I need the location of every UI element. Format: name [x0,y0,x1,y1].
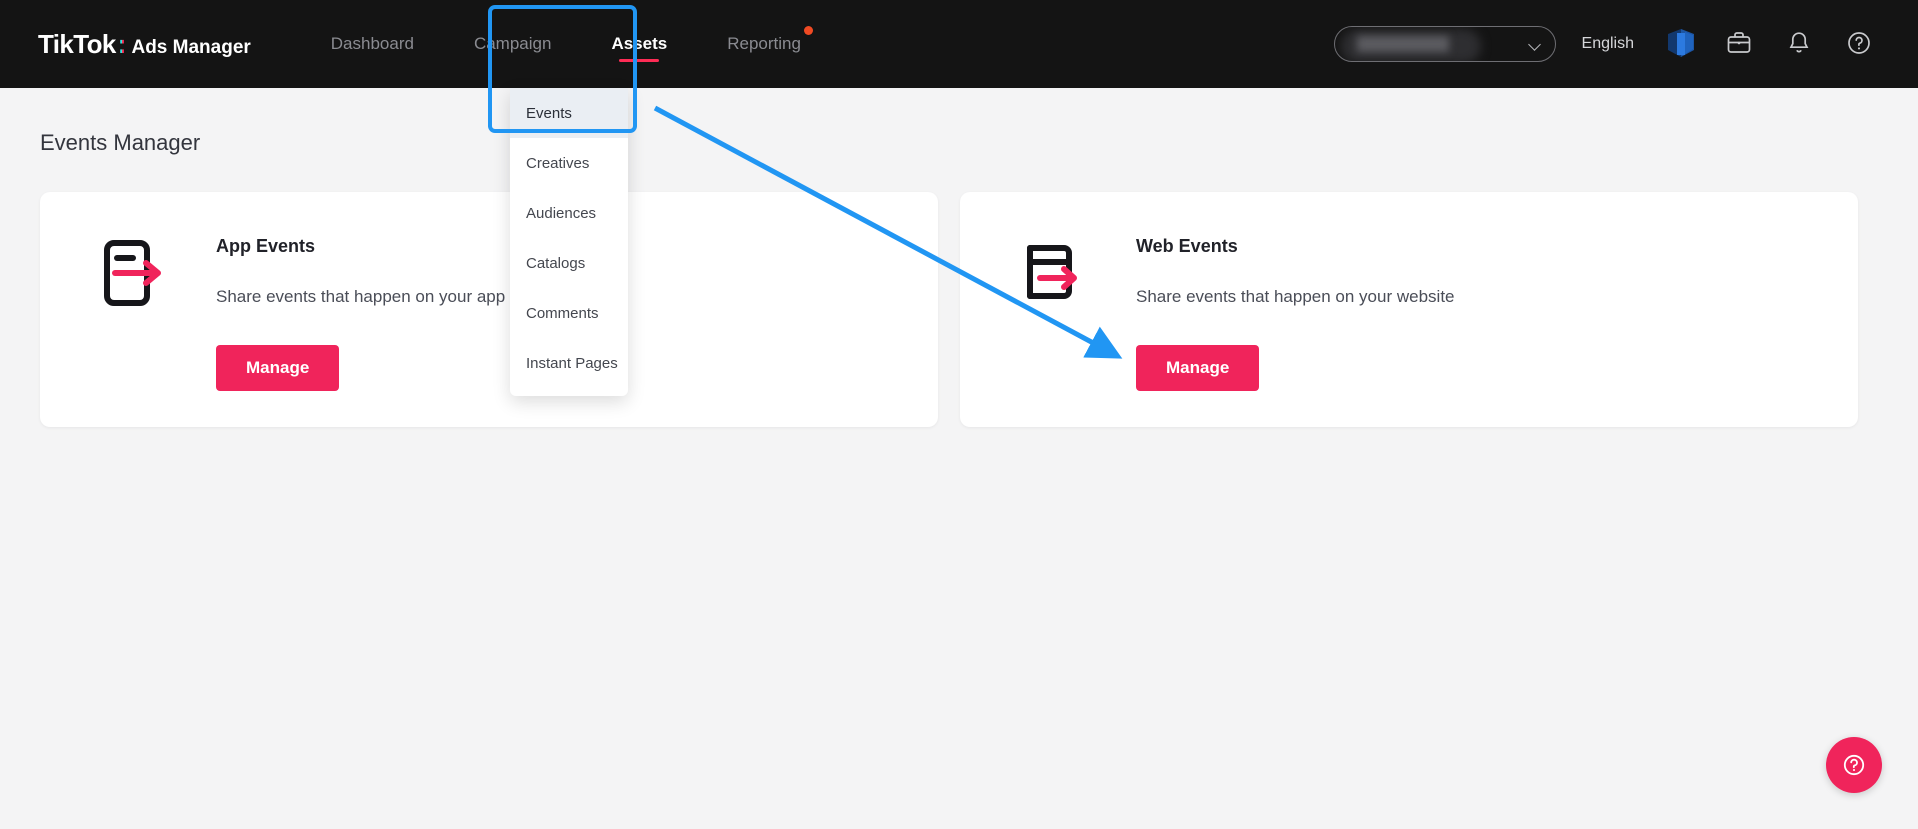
card-title-app-events: App Events [216,236,316,256]
nav-label-campaign: Campaign [473,34,552,53]
briefcase-icon[interactable] [1726,30,1754,58]
card-web-events: Web Events Share events that happen on y… [960,192,1858,427]
brand-colon: : [117,28,127,59]
nav-active-underline [619,59,660,62]
notification-dot-badge [803,26,813,35]
assets-dropdown-menu: Events Creatives Audiences Catalogs Comm… [510,88,628,396]
tiktok-business-cube-icon[interactable] [1666,28,1696,60]
brand-product-text: Ads Manager [131,36,251,58]
card-title-web-events: Web Events [1136,236,1238,256]
menu-item-catalogs[interactable]: Catalogs [510,238,628,288]
events-cards-container: App Events Share events that happen on y… [40,192,1858,427]
top-navigation-bar: TikTok : Ads Manager Dashboard Campaign … [0,0,1918,88]
menu-item-instant-pages[interactable]: Instant Pages [510,338,628,388]
chevron-down-icon [1530,39,1541,50]
menu-label-comments: Comments [526,304,599,322]
top-right-controls: English [1333,0,1918,88]
web-events-icon [1020,234,1094,427]
brand-tiktok-text: TikTok [38,28,116,59]
menu-label-events: Events [526,104,572,122]
card-desc-app-events: Share events that happen on your app [216,287,506,306]
nav-item-assets[interactable]: Assets [581,0,697,88]
help-floating-button[interactable] [1826,737,1882,793]
card-web-events-body: Web Events Share events that happen on y… [1136,234,1455,427]
menu-item-comments[interactable]: Comments [510,288,628,338]
brand-logo[interactable]: TikTok : Ads Manager [38,29,251,60]
main-nav: Dashboard Campaign Assets Reporting [301,0,831,88]
help-circle-icon[interactable] [1846,30,1874,58]
card-app-events: App Events Share events that happen on y… [40,192,938,427]
card-desc-web-events: Share events that happen on your website [1136,287,1455,306]
menu-label-instant-pages: Instant Pages [526,354,618,372]
menu-item-creatives[interactable]: Creatives [510,138,628,188]
manage-button-app-events[interactable]: Manage [216,345,340,391]
app-events-icon [100,234,174,427]
manage-button-web-events[interactable]: Manage [1136,345,1260,391]
nav-label-assets: Assets [611,34,668,53]
account-selector[interactable] [1333,26,1556,62]
nav-label-reporting: Reporting [727,34,801,53]
menu-item-events[interactable]: Events [510,88,628,138]
events-manager-page: TikTok : Ads Manager Dashboard Campaign … [0,0,1918,829]
menu-label-catalogs: Catalogs [526,254,586,272]
bell-icon[interactable] [1786,30,1814,58]
page-title: Events Manager [40,130,201,155]
nav-item-campaign[interactable]: Campaign [444,0,582,88]
language-selector[interactable]: English [1582,35,1634,53]
menu-item-audiences[interactable]: Audiences [510,188,628,238]
nav-label-dashboard: Dashboard [330,34,414,53]
menu-label-audiences: Audiences [526,204,597,222]
nav-item-reporting[interactable]: Reporting [697,0,831,88]
menu-label-creatives: Creatives [526,154,590,172]
nav-item-dashboard[interactable]: Dashboard [301,0,444,88]
account-name-redacted-blocks [1356,36,1449,52]
help-circle-icon [1843,754,1865,776]
card-app-events-body: App Events Share events that happen on y… [216,234,505,427]
